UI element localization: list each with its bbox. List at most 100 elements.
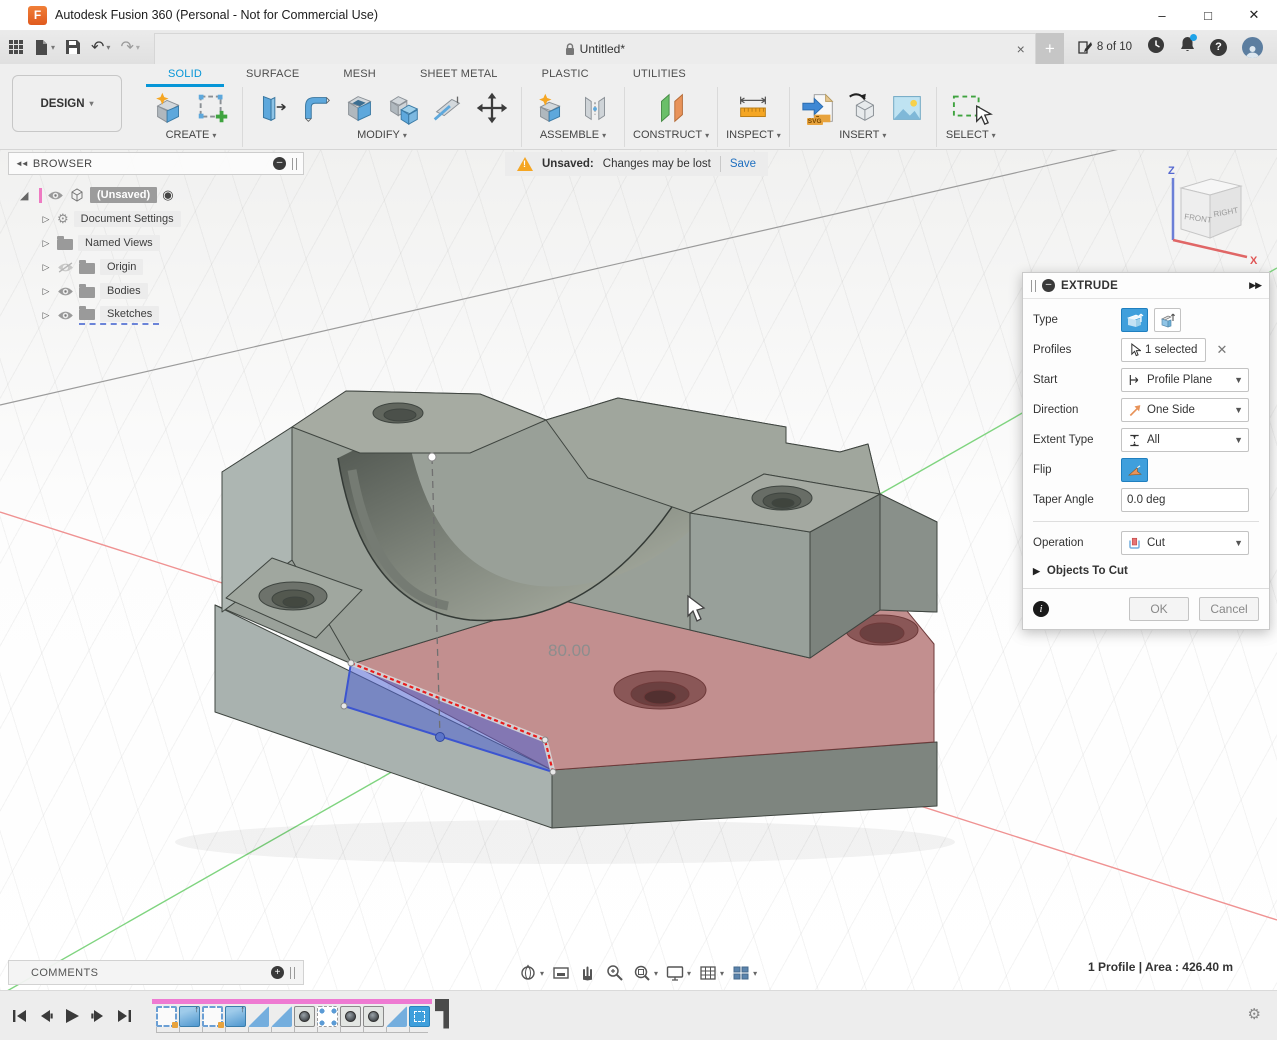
app-grid-icon[interactable] — [8, 39, 24, 55]
group-construct-label[interactable]: CONSTRUCT — [633, 129, 709, 141]
create-sketch-icon[interactable] — [192, 88, 234, 128]
document-tab[interactable]: Untitled* × — [154, 33, 1036, 64]
dialog-collapse-icon[interactable] — [1042, 279, 1055, 292]
new-component-icon[interactable] — [530, 88, 572, 128]
go-to-end-icon[interactable] — [114, 1006, 134, 1026]
info-icon[interactable] — [1033, 601, 1049, 617]
timeline-position-marker[interactable] — [435, 999, 449, 1029]
tab-surface[interactable]: SURFACE — [224, 68, 321, 87]
pan-icon[interactable] — [578, 963, 598, 983]
eye-visible-icon[interactable] — [57, 286, 74, 297]
tab-mesh[interactable]: MESH — [321, 68, 398, 87]
timeline-feature-icon[interactable] — [248, 1006, 269, 1027]
item-label[interactable]: Named Views — [78, 235, 160, 251]
maximize-button[interactable]: □ — [1185, 0, 1231, 30]
type-extrude-button[interactable] — [1121, 308, 1148, 332]
insert-mesh-icon[interactable] — [842, 88, 884, 128]
zoom-icon[interactable] — [605, 963, 625, 983]
group-modify-label[interactable]: MODIFY — [357, 129, 407, 141]
3d-viewport[interactable]: 80.00 ◄◄ BROWSER ◢ (Unsaved) ◉ — [0, 150, 1277, 990]
new-body-icon[interactable] — [148, 88, 190, 128]
browser-root-row[interactable]: ◢ (Unsaved) ◉ — [8, 183, 304, 207]
dialog-drag-handle[interactable] — [1031, 280, 1036, 292]
timeline-feature-icon[interactable] — [409, 1006, 430, 1027]
save-link[interactable]: Save — [730, 158, 756, 170]
browser-item-origin[interactable]: ▷ Origin — [40, 255, 304, 279]
notifications-bell-icon[interactable] — [1180, 36, 1195, 58]
browser-item-named-views[interactable]: ▷ Named Views — [40, 231, 304, 255]
panel-drag-handle[interactable] — [290, 967, 295, 979]
expand-triangle-icon[interactable]: ◢ — [20, 189, 34, 202]
tab-sheet-metal[interactable]: SHEET METAL — [398, 68, 520, 87]
construct-plane-icon[interactable] — [650, 88, 692, 128]
expand-triangle-icon[interactable]: ▷ — [40, 214, 52, 225]
item-label[interactable]: Document Settings — [74, 211, 181, 227]
browser-item-sketches[interactable]: ▷ Sketches — [40, 303, 304, 327]
tab-utilities[interactable]: UTILITIES — [611, 68, 708, 87]
minimize-button[interactable]: – — [1139, 0, 1185, 30]
taper-angle-input[interactable]: 0.0 deg — [1121, 488, 1249, 512]
browser-item-document-settings[interactable]: ▷ ⚙ Document Settings — [40, 207, 304, 231]
timeline-feature-icon[interactable] — [271, 1006, 292, 1027]
fit-to-window-icon[interactable]: ▾ — [632, 963, 658, 983]
select-tool-icon[interactable] — [945, 88, 997, 128]
play-icon[interactable] — [62, 1006, 82, 1026]
browser-header[interactable]: ◄◄ BROWSER — [8, 152, 304, 175]
eye-hidden-icon[interactable] — [57, 262, 74, 273]
settings-gear-icon[interactable]: ⚙ — [1248, 1005, 1261, 1023]
look-at-icon[interactable] — [551, 963, 571, 983]
combine-icon[interactable] — [383, 88, 425, 128]
timeline-feature-icon[interactable] — [317, 1006, 338, 1027]
history-clock-icon[interactable] — [1147, 36, 1165, 59]
expand-triangle-icon[interactable]: ▷ — [40, 262, 52, 273]
expand-triangle-icon[interactable]: ▷ — [40, 286, 52, 297]
expand-triangle-icon[interactable]: ▷ — [40, 238, 52, 249]
grid-settings-icon[interactable]: ▾ — [698, 963, 724, 983]
workspace-selector[interactable]: DESIGN▾ — [12, 75, 122, 132]
shell-icon[interactable] — [339, 88, 381, 128]
save-icon[interactable] — [65, 39, 81, 55]
model-body[interactable] — [175, 391, 955, 864]
press-pull-icon[interactable] — [251, 88, 293, 128]
help-icon[interactable] — [1210, 39, 1227, 56]
collapse-panel-icon[interactable]: ◄◄ — [15, 159, 27, 168]
timeline-feature-icon[interactable] — [225, 1006, 246, 1027]
eye-visible-icon[interactable] — [57, 310, 74, 321]
item-label[interactable]: Sketches — [100, 306, 159, 322]
objects-to-cut-expander[interactable]: ▶ Objects To Cut — [1033, 558, 1259, 586]
tab-plastic[interactable]: PLASTIC — [520, 68, 611, 87]
add-comment-icon[interactable] — [271, 966, 284, 979]
insert-svg-icon[interactable]: SVG — [798, 88, 840, 128]
step-forward-icon[interactable] — [88, 1006, 108, 1026]
panel-drag-handle[interactable] — [292, 158, 297, 170]
timeline-feature-icon[interactable] — [156, 1006, 177, 1027]
cancel-button[interactable]: Cancel — [1199, 597, 1259, 621]
canvas-icon[interactable] — [886, 88, 928, 128]
undo-icon[interactable]: ↶▾ — [91, 37, 110, 57]
redo-icon[interactable]: ↷▾ — [120, 37, 139, 57]
joint-icon[interactable] — [574, 88, 616, 128]
timeline-feature-icon[interactable] — [386, 1006, 407, 1027]
browser-item-bodies[interactable]: ▷ Bodies — [40, 279, 304, 303]
item-label[interactable]: Origin — [100, 259, 143, 275]
view-cube[interactable]: Z X FRONT RIGHT — [1151, 162, 1263, 268]
dialog-dock-icon[interactable]: ▶▶ — [1249, 280, 1261, 291]
operation-dropdown[interactable]: Cut ▼ — [1121, 531, 1249, 555]
display-settings-icon[interactable]: ▾ — [665, 963, 691, 983]
close-button[interactable]: ✕ — [1231, 0, 1277, 30]
flip-button[interactable] — [1121, 458, 1148, 482]
step-back-icon[interactable] — [36, 1006, 56, 1026]
timeline-feature-icon[interactable] — [294, 1006, 315, 1027]
file-menu-icon[interactable]: ▾ — [34, 39, 55, 56]
group-assemble-label[interactable]: ASSEMBLE — [540, 129, 606, 141]
measure-icon[interactable] — [732, 88, 774, 128]
group-select-label[interactable]: SELECT — [946, 129, 996, 141]
document-tab-close-icon[interactable]: × — [1017, 41, 1025, 57]
clear-selection-icon[interactable]: ✕ — [1216, 342, 1227, 358]
tab-solid[interactable]: SOLID — [146, 68, 224, 87]
ok-button[interactable]: OK — [1129, 597, 1189, 621]
new-tab-button[interactable]: + — [1036, 33, 1064, 64]
hide-panel-icon[interactable] — [273, 157, 286, 170]
group-create-label[interactable]: CREATE — [166, 129, 217, 141]
version-indicator[interactable]: 8 of 10 — [1078, 40, 1132, 55]
